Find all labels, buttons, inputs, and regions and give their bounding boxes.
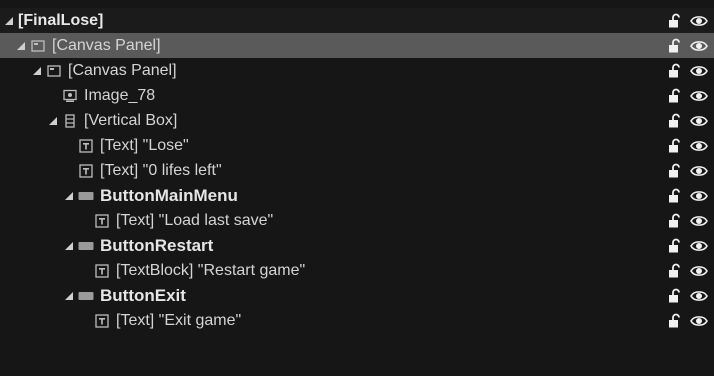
tree-row-label: [Vertical Box] xyxy=(84,111,178,129)
eye-visible-icon[interactable] xyxy=(690,287,708,305)
row-controls xyxy=(666,283,708,308)
eye-visible-icon[interactable] xyxy=(690,187,708,205)
widget-tree: [FinalLose] [Canvas Panel] [Canvas Panel]… xyxy=(0,8,714,333)
lock-open-icon[interactable] xyxy=(666,37,684,55)
canvas-panel-icon xyxy=(46,63,62,79)
expand-arrow-icon[interactable] xyxy=(4,16,14,26)
lock-open-icon[interactable] xyxy=(666,62,684,80)
eye-visible-icon[interactable] xyxy=(690,62,708,80)
row-controls xyxy=(666,183,708,208)
tree-row-label: [Canvas Panel] xyxy=(52,36,161,54)
text-icon xyxy=(94,313,110,329)
text-lose-row[interactable]: [Text] "Lose" xyxy=(0,133,714,158)
button-restart-row[interactable]: ButtonRestart xyxy=(0,233,714,258)
button-icon xyxy=(78,238,94,254)
textblock-restart-row[interactable]: [TextBlock] "Restart game" xyxy=(0,258,714,283)
row-controls xyxy=(666,158,708,183)
expand-arrow-icon[interactable] xyxy=(32,66,42,76)
row-controls xyxy=(666,233,708,258)
tree-row-label: Image_78 xyxy=(84,86,156,104)
eye-visible-icon[interactable] xyxy=(690,87,708,105)
lock-open-icon[interactable] xyxy=(666,12,684,30)
eye-visible-icon[interactable] xyxy=(690,312,708,330)
row-controls xyxy=(666,133,708,158)
text-exit-row[interactable]: [Text] "Exit game" xyxy=(0,308,714,333)
text-lifes-row[interactable]: [Text] "0 lifes left" xyxy=(0,158,714,183)
lock-open-icon[interactable] xyxy=(666,87,684,105)
button-icon xyxy=(78,188,94,204)
eye-visible-icon[interactable] xyxy=(690,162,708,180)
tree-row-label: [Text] "Lose" xyxy=(100,136,189,154)
eye-visible-icon[interactable] xyxy=(690,12,708,30)
lock-open-icon[interactable] xyxy=(666,137,684,155)
lock-open-icon[interactable] xyxy=(666,187,684,205)
row-controls xyxy=(666,208,708,233)
text-load-save-row[interactable]: [Text] "Load last save" xyxy=(0,208,714,233)
eye-visible-icon[interactable] xyxy=(690,237,708,255)
row-controls xyxy=(666,8,708,33)
text-icon xyxy=(94,263,110,279)
button-icon xyxy=(78,288,94,304)
lock-open-icon[interactable] xyxy=(666,262,684,280)
row-controls xyxy=(666,83,708,108)
expand-arrow-icon[interactable] xyxy=(64,191,74,201)
expand-arrow-icon[interactable] xyxy=(64,291,74,301)
tree-row-label: ButtonMainMenu xyxy=(100,185,238,205)
tree-root-row[interactable]: [FinalLose] xyxy=(0,8,714,33)
lock-open-icon[interactable] xyxy=(666,212,684,230)
lock-open-icon[interactable] xyxy=(666,112,684,130)
row-controls xyxy=(666,258,708,283)
tree-row-label: [Text] "Load last save" xyxy=(116,211,274,229)
text-icon xyxy=(78,163,94,179)
eye-visible-icon[interactable] xyxy=(690,212,708,230)
text-icon xyxy=(78,138,94,154)
tree-row-label: ButtonExit xyxy=(100,285,186,305)
lock-open-icon[interactable] xyxy=(666,237,684,255)
lock-open-icon[interactable] xyxy=(666,312,684,330)
lock-open-icon[interactable] xyxy=(666,162,684,180)
image-row[interactable]: Image_78 xyxy=(0,83,714,108)
image-icon xyxy=(62,88,78,104)
lock-open-icon[interactable] xyxy=(666,287,684,305)
expand-arrow-icon[interactable] xyxy=(64,241,74,251)
vertical-box-row[interactable]: [Vertical Box] xyxy=(0,108,714,133)
eye-visible-icon[interactable] xyxy=(690,137,708,155)
tree-row-label: [Text] "Exit game" xyxy=(116,311,242,329)
tree-row-label: [Canvas Panel] xyxy=(68,61,177,79)
canvas-panel-row[interactable]: [Canvas Panel] xyxy=(0,33,714,58)
eye-visible-icon[interactable] xyxy=(690,112,708,130)
tree-row-label: [Text] "0 lifes left" xyxy=(100,161,222,179)
row-controls xyxy=(666,308,708,333)
row-controls xyxy=(666,108,708,133)
button-exit-row[interactable]: ButtonExit xyxy=(0,283,714,308)
button-main-menu-row[interactable]: ButtonMainMenu xyxy=(0,183,714,208)
eye-visible-icon[interactable] xyxy=(690,37,708,55)
hierarchy-panel: [FinalLose] [Canvas Panel] [Canvas Panel]… xyxy=(0,0,714,376)
row-controls xyxy=(666,58,708,83)
canvas-panel-child-row[interactable]: [Canvas Panel] xyxy=(0,58,714,83)
expand-arrow-icon[interactable] xyxy=(16,41,26,51)
text-icon xyxy=(94,213,110,229)
vertical-box-icon xyxy=(62,113,78,129)
eye-visible-icon[interactable] xyxy=(690,262,708,280)
tree-row-label: ButtonRestart xyxy=(100,235,214,255)
row-controls xyxy=(666,33,708,58)
expand-arrow-icon[interactable] xyxy=(48,116,58,126)
canvas-panel-icon xyxy=(30,38,46,54)
tree-root-label: [FinalLose] xyxy=(18,11,104,29)
tree-row-label: [TextBlock] "Restart game" xyxy=(116,261,306,279)
